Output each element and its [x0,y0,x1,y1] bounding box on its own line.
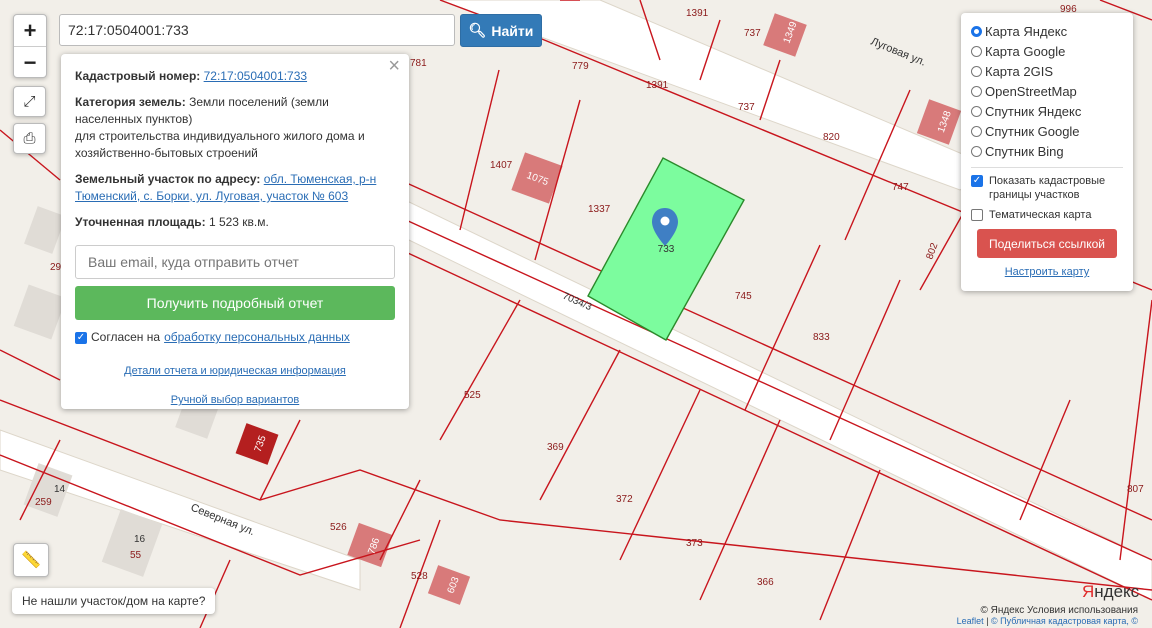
leaflet-link[interactable]: Leaflet [957,616,984,626]
svg-text:526: 526 [330,522,347,533]
purpose-value: для строительства индивидуального жилого… [75,129,365,160]
manual-select-link[interactable]: Ручной выбор вариантов [171,394,299,406]
svg-text:528: 528 [411,571,428,582]
thematic-label: Тематическая карта [989,209,1092,221]
svg-text:1337: 1337 [588,204,611,215]
layer-option-google-satellite[interactable]: Спутник Google [971,121,1123,141]
search-button[interactable]: 🔍︎ Найти [460,14,542,47]
layer-option-2gis-map[interactable]: Карта 2GIS [971,61,1123,81]
svg-text:14: 14 [54,484,66,495]
cadastral-number-link[interactable]: 72:17:0504001:733 [204,69,307,83]
layer-label: Спутник Google [985,123,1080,139]
personal-data-link[interactable]: обработку персональных данных [164,329,350,346]
layer-label: Спутник Bing [985,143,1064,159]
svg-text:366: 366 [757,577,774,588]
plot-label: 733 [658,244,675,255]
category-label: Категория земель: [75,95,186,109]
map-attribution: © Яндекс Условия использования Leaflet |… [956,605,1138,627]
zoom-in-button[interactable]: + [14,15,46,46]
layer-label: OpenStreetMap [985,83,1077,99]
svg-text:1407: 1407 [490,160,513,171]
layer-option-bing-satellite[interactable]: Спутник Bing [971,141,1123,161]
svg-text:55: 55 [130,550,142,561]
zoom-control: + − [13,14,47,78]
not-found-button[interactable]: Не нашли участок/дом на карте? [12,588,216,614]
layer-label: Карта 2GIS [985,63,1054,79]
area-value: 1 523 кв.м. [208,215,269,229]
zoom-out-button[interactable]: − [14,46,46,78]
radio[interactable] [971,65,982,77]
radio-selected[interactable] [971,25,982,37]
search-input[interactable] [59,14,455,46]
ruler-button[interactable]: 📏 [13,543,49,577]
yandex-copyright[interactable]: © Яндекс Условия использования [957,606,1138,616]
fullscreen-button[interactable]: ⤢ [13,86,46,117]
cadastre-checkbox[interactable]: ✓ [971,175,983,187]
layer-option-yandex-satellite[interactable]: Спутник Яндекс [971,101,1123,121]
svg-text:737: 737 [744,28,761,39]
agree-checkbox[interactable]: ✓ [75,331,87,344]
svg-text:372: 372 [616,494,633,505]
svg-text:820: 820 [823,132,840,143]
svg-text:29: 29 [50,262,62,273]
layer-label: Карта Яндекс [985,23,1068,39]
agree-row: ✓ Согласен на обработку персональных дан… [75,329,395,346]
setup-map-link[interactable]: Настроить карту [971,266,1123,278]
ruler-icon: 📏 [21,552,41,569]
svg-text:369: 369 [547,442,564,453]
parcel-info-popup: × Кадастровый номер: 72:17:0504001:733 К… [61,54,409,409]
email-input[interactable] [75,245,395,279]
layer-option-osm[interactable]: OpenStreetMap [971,81,1123,101]
svg-text:373: 373 [686,538,703,549]
svg-text:525: 525 [464,390,481,401]
report-details-link[interactable]: Детали отчета и юридическая информация [124,365,346,377]
svg-text:781: 781 [410,58,427,69]
agree-text: Согласен на [91,330,161,344]
map-layers-panel: Карта Яндекс Карта Google Карта 2GIS Ope… [961,13,1133,291]
print-button[interactable]: ⎙ [13,123,46,154]
yandex-logo: Яндекс [1082,582,1140,601]
layer-label: Спутник Яндекс [985,103,1082,119]
svg-text:779: 779 [572,61,589,72]
svg-text:1391: 1391 [686,8,709,19]
thematic-toggle[interactable]: Тематическая карта [971,209,1123,221]
thematic-checkbox[interactable] [971,209,983,221]
search-button-label: Найти [491,22,534,39]
radio[interactable] [971,105,982,117]
cadastre-toggle[interactable]: ✓ Показать кадастровые границы участков [971,174,1123,202]
svg-text:745: 745 [735,291,752,302]
radio[interactable] [971,145,982,157]
layer-option-yandex-map[interactable]: Карта Яндекс [971,21,1123,41]
expand-icon: ⤢ [23,93,36,110]
svg-text:1391: 1391 [646,80,669,91]
layer-label: Карта Google [985,43,1066,59]
close-icon[interactable]: × [388,56,400,76]
radio[interactable] [971,125,982,137]
svg-text:737: 737 [738,102,755,113]
address-label: Земельный участок по адресу: [75,172,261,186]
radio[interactable] [971,85,982,97]
svg-text:807: 807 [1127,484,1144,495]
cadastral-label: Кадастровый номер: [75,69,201,83]
svg-text:747: 747 [892,182,909,193]
share-link-button[interactable]: Поделиться ссылкой [977,229,1117,258]
layer-option-google-map[interactable]: Карта Google [971,41,1123,61]
pkk-link[interactable]: © Публичная кадастровая карта, © [991,616,1138,626]
get-report-button[interactable]: Получить подробный отчет [75,286,395,320]
search-icon: 🔍︎ [468,22,487,38]
radio[interactable] [971,45,982,57]
svg-text:259: 259 [35,497,52,508]
svg-text:16: 16 [134,534,146,545]
svg-text:833: 833 [813,332,830,343]
cadastre-label: Показать кадастровые границы участков [989,175,1106,201]
printer-icon: ⎙ [23,130,36,147]
area-label: Уточненная площадь: [75,215,206,229]
